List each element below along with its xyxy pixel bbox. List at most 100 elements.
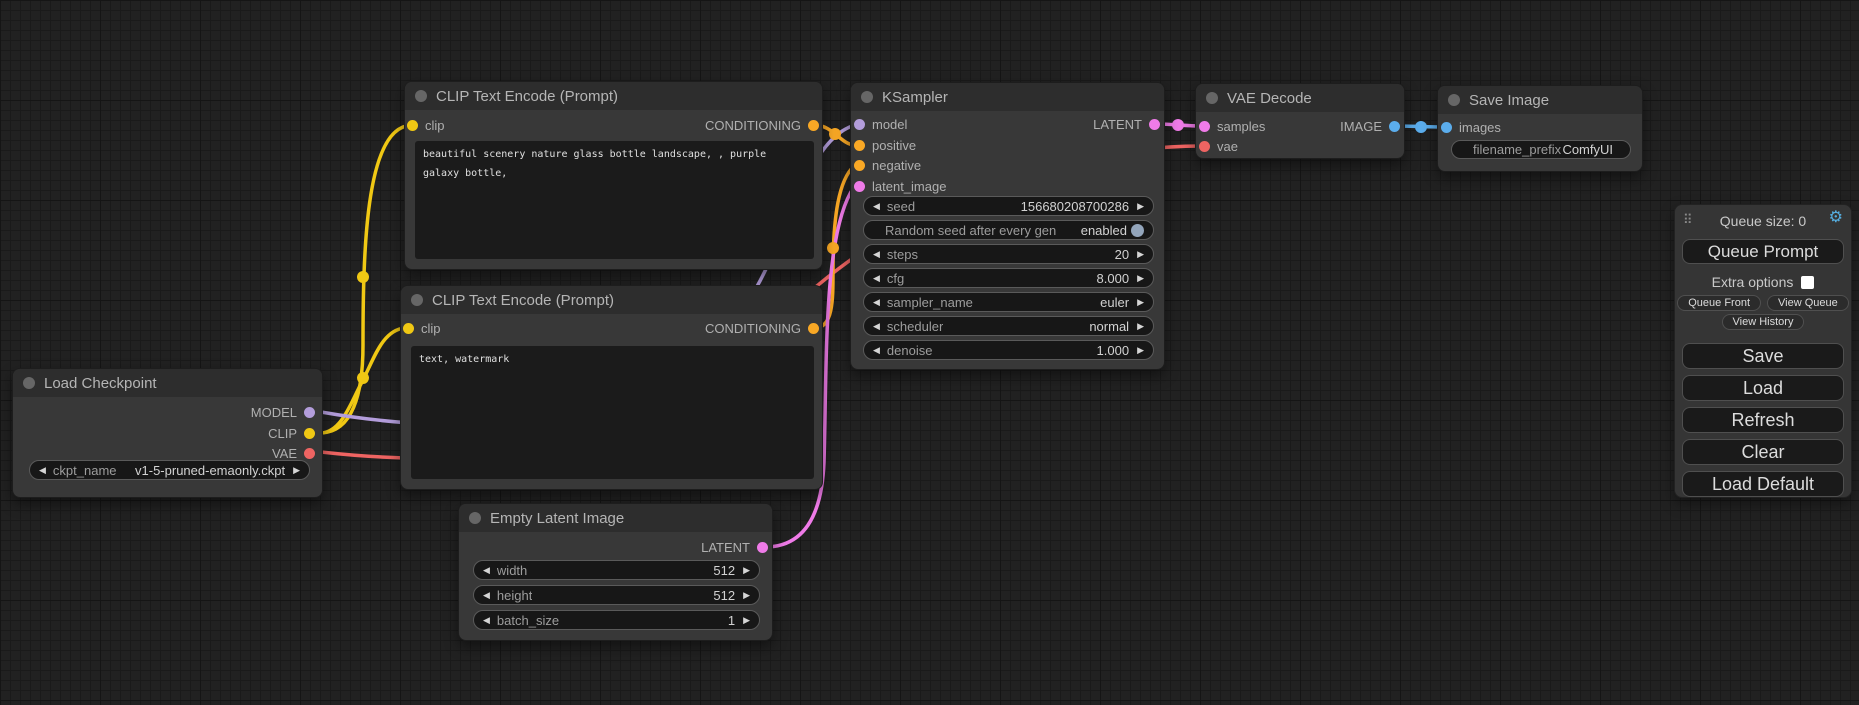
latent-port-dot[interactable] — [757, 542, 768, 553]
settings-gear-icon[interactable]: ⚙ — [1829, 210, 1843, 226]
clip-port-dot[interactable] — [304, 428, 315, 439]
decrement-arrow-icon[interactable]: ◀ — [873, 322, 880, 331]
output-port-conditioning[interactable]: CONDITIONING — [705, 321, 819, 336]
widget-scheduler[interactable]: ◀ scheduler normal ▶ — [863, 316, 1154, 336]
widget-sampler-name[interactable]: ◀ sampler_name euler ▶ — [863, 292, 1154, 312]
vae-port-dot[interactable] — [1199, 141, 1210, 152]
conditioning-port-dot[interactable] — [854, 160, 865, 171]
decrement-arrow-icon[interactable]: ◀ — [873, 202, 880, 211]
increment-arrow-icon[interactable]: ▶ — [293, 466, 300, 475]
input-port-clip[interactable]: clip — [407, 118, 445, 133]
output-port-clip[interactable]: CLIP — [268, 426, 315, 441]
widget-filename-prefix[interactable]: filename_prefix ComfyUI — [1451, 140, 1631, 159]
widget-cfg[interactable]: ◀ cfg 8.000 ▶ — [863, 268, 1154, 288]
node-header[interactable]: CLIP Text Encode (Prompt) — [405, 82, 822, 110]
model-port-dot[interactable] — [304, 407, 315, 418]
queue-front-button[interactable]: Queue Front — [1677, 295, 1761, 311]
node-header[interactable]: Save Image — [1438, 86, 1642, 114]
link-dot[interactable] — [829, 128, 841, 140]
model-port-dot[interactable] — [854, 119, 865, 130]
input-port-samples[interactable]: samples — [1199, 119, 1265, 134]
link-dot[interactable] — [1172, 119, 1184, 131]
view-queue-button[interactable]: View Queue — [1767, 295, 1849, 311]
node-vae-decode[interactable]: VAE Decode samples vae IMAGE — [1195, 83, 1405, 159]
latent-port-dot[interactable] — [854, 181, 865, 192]
node-clip-text-encode-positive[interactable]: CLIP Text Encode (Prompt) clip CONDITION… — [404, 81, 823, 270]
toggle-enabled-icon[interactable] — [1131, 224, 1144, 237]
input-port-positive[interactable]: positive — [854, 138, 916, 153]
view-history-button[interactable]: View History — [1722, 314, 1805, 330]
increment-arrow-icon[interactable]: ▶ — [1137, 298, 1144, 307]
increment-arrow-icon[interactable]: ▶ — [743, 591, 750, 600]
latent-port-dot[interactable] — [1199, 121, 1210, 132]
load-button[interactable]: Load — [1682, 375, 1844, 401]
increment-arrow-icon[interactable]: ▶ — [1137, 322, 1144, 331]
decrement-arrow-icon[interactable]: ◀ — [873, 274, 880, 283]
node-header[interactable]: CLIP Text Encode (Prompt) — [401, 286, 822, 314]
image-port-dot[interactable] — [1441, 122, 1452, 133]
node-collapse-icon[interactable] — [861, 91, 873, 103]
latent-port-dot[interactable] — [1149, 119, 1160, 130]
widget-batch-size[interactable]: ◀ batch_size 1 ▶ — [473, 610, 760, 630]
node-collapse-icon[interactable] — [1206, 92, 1218, 104]
link-dot[interactable] — [357, 372, 369, 384]
output-port-image[interactable]: IMAGE — [1340, 119, 1400, 134]
increment-arrow-icon[interactable]: ▶ — [1137, 274, 1144, 283]
widget-height[interactable]: ◀ height 512 ▶ — [473, 585, 760, 605]
decrement-arrow-icon[interactable]: ◀ — [39, 466, 46, 475]
input-port-latent-image[interactable]: latent_image — [854, 179, 946, 194]
node-clip-text-encode-negative[interactable]: CLIP Text Encode (Prompt) clip CONDITION… — [400, 285, 823, 490]
conditioning-port-dot[interactable] — [808, 323, 819, 334]
increment-arrow-icon[interactable]: ▶ — [1137, 202, 1144, 211]
node-collapse-icon[interactable] — [23, 377, 35, 389]
input-port-model[interactable]: model — [854, 117, 907, 132]
clear-button[interactable]: Clear — [1682, 439, 1844, 465]
decrement-arrow-icon[interactable]: ◀ — [873, 250, 880, 259]
conditioning-port-dot[interactable] — [854, 140, 865, 151]
load-default-button[interactable]: Load Default — [1682, 471, 1844, 497]
vae-port-dot[interactable] — [304, 448, 315, 459]
refresh-button[interactable]: Refresh — [1682, 407, 1844, 433]
node-header[interactable]: VAE Decode — [1196, 84, 1404, 112]
input-port-vae[interactable]: vae — [1199, 139, 1238, 154]
output-port-latent[interactable]: LATENT — [701, 540, 768, 555]
queue-prompt-button[interactable]: Queue Prompt — [1682, 239, 1844, 264]
increment-arrow-icon[interactable]: ▶ — [743, 566, 750, 575]
queue-panel[interactable]: ⠿ Queue size: 0 ⚙ Queue Prompt Extra opt… — [1674, 204, 1852, 498]
link-dot[interactable] — [827, 242, 839, 254]
output-port-model[interactable]: MODEL — [251, 405, 315, 420]
clip-port-dot[interactable] — [403, 323, 414, 334]
decrement-arrow-icon[interactable]: ◀ — [873, 298, 880, 307]
increment-arrow-icon[interactable]: ▶ — [743, 616, 750, 625]
widget-random-seed-toggle[interactable]: Random seed after every gen enabled — [863, 220, 1154, 240]
output-port-latent[interactable]: LATENT — [1093, 117, 1160, 132]
decrement-arrow-icon[interactable]: ◀ — [483, 566, 490, 575]
node-empty-latent-image[interactable]: Empty Latent Image LATENT ◀ width 512 ▶ … — [458, 503, 773, 641]
node-header[interactable]: KSampler — [851, 83, 1164, 111]
widget-seed[interactable]: ◀ seed 156680208700286 ▶ — [863, 196, 1154, 216]
input-port-images[interactable]: images — [1441, 120, 1501, 135]
link-dot[interactable] — [1415, 121, 1427, 133]
decrement-arrow-icon[interactable]: ◀ — [873, 346, 880, 355]
input-port-negative[interactable]: negative — [854, 158, 921, 173]
extra-options-checkbox[interactable] — [1801, 276, 1814, 289]
widget-steps[interactable]: ◀ steps 20 ▶ — [863, 244, 1154, 264]
node-collapse-icon[interactable] — [469, 512, 481, 524]
increment-arrow-icon[interactable]: ▶ — [1137, 346, 1144, 355]
node-save-image[interactable]: Save Image images filename_prefix ComfyU… — [1437, 85, 1643, 172]
decrement-arrow-icon[interactable]: ◀ — [483, 616, 490, 625]
link-dot[interactable] — [357, 271, 369, 283]
conditioning-port-dot[interactable] — [808, 120, 819, 131]
image-port-dot[interactable] — [1389, 121, 1400, 132]
widget-width[interactable]: ◀ width 512 ▶ — [473, 560, 760, 580]
node-graph-canvas[interactable]: Load Checkpoint MODEL CLIP VAE ◀ ckpt_na… — [0, 0, 1859, 705]
negative-prompt-textarea[interactable]: text, watermark — [411, 346, 814, 479]
positive-prompt-textarea[interactable]: beautiful scenery nature glass bottle la… — [415, 141, 814, 259]
node-load-checkpoint[interactable]: Load Checkpoint MODEL CLIP VAE ◀ ckpt_na… — [12, 368, 323, 498]
clip-port-dot[interactable] — [407, 120, 418, 131]
widget-ckpt-name[interactable]: ◀ ckpt_name v1-5-pruned-emaonly.ckpt ▶ — [29, 460, 310, 480]
node-collapse-icon[interactable] — [1448, 94, 1460, 106]
decrement-arrow-icon[interactable]: ◀ — [483, 591, 490, 600]
save-button[interactable]: Save — [1682, 343, 1844, 369]
increment-arrow-icon[interactable]: ▶ — [1137, 250, 1144, 259]
